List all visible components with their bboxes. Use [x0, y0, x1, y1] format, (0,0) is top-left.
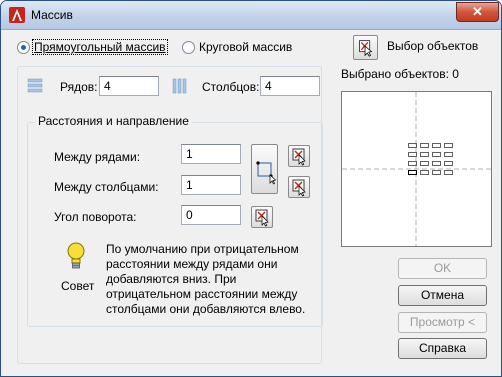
select-objects-icon: [359, 40, 373, 57]
dialog-body: Прямоугольный массив Круговой массив Выб…: [4, 30, 498, 373]
select-objects-label: Выбор объектов: [387, 39, 479, 53]
polar-array-label[interactable]: Круговой массив: [199, 40, 292, 54]
autocad-icon: [9, 7, 25, 23]
array-preview: [341, 91, 492, 247]
tip-line: расстоянии между рядами они: [106, 257, 278, 271]
preview-cell: [408, 152, 417, 157]
preview-cell: [408, 170, 417, 175]
help-button[interactable]: Справка: [398, 338, 487, 359]
tip-line: По умолчанию при отрицательном: [106, 242, 299, 256]
tip-line: добавляются вниз. При: [106, 272, 237, 286]
close-icon: ✕: [472, 4, 483, 19]
pick-icon: [255, 209, 269, 227]
rows-icon: [27, 78, 43, 93]
tip-line: столбцами они добавляются влево.: [106, 302, 306, 316]
rows-input[interactable]: 4: [99, 76, 159, 96]
tip-text: По умолчанию при отрицательном расстояни…: [106, 242, 305, 317]
rectangular-array-label[interactable]: Прямоугольный массив: [32, 39, 168, 55]
preview-cell: [408, 143, 417, 148]
tip-line: отрицательном расстоянии между: [106, 287, 298, 301]
preview-cell: [420, 161, 429, 166]
preview-cell: [420, 170, 429, 175]
tip-caption: Совет: [61, 279, 95, 293]
column-offset-label: Между столбцами:: [54, 180, 159, 194]
preview-crosshair: [342, 92, 491, 246]
pick-both-offsets-icon: [256, 161, 277, 185]
pick-icon: [292, 179, 306, 197]
title-bar: Массив ✕: [1, 1, 501, 30]
preview-cell: [432, 170, 441, 175]
rows-label: Рядов:: [60, 80, 98, 94]
selected-count: Выбрано объектов: 0: [341, 67, 459, 81]
cancel-button[interactable]: Отмена: [398, 285, 487, 306]
row-offset-input[interactable]: 1: [181, 144, 241, 164]
offset-group-title: Расстояния и направление: [35, 114, 192, 128]
row-offset-label: Между рядами:: [54, 150, 141, 164]
preview-cell: [420, 143, 429, 148]
preview-cell: [432, 143, 441, 148]
pick-both-offsets-button[interactable]: [251, 144, 278, 194]
pick-column-offset-button[interactable]: [288, 176, 310, 198]
polar-array-radio[interactable]: [182, 41, 195, 54]
pick-angle-button[interactable]: [251, 206, 273, 228]
preview-cell: [444, 170, 453, 175]
preview-cell: [432, 161, 441, 166]
radio-selected-dot: [21, 45, 26, 50]
array-dialog: Массив ✕ Прямоугольный массив Круговой м…: [0, 0, 502, 377]
angle-label: Угол поворота:: [54, 210, 137, 224]
preview-cell: [444, 143, 453, 148]
lightbulb-icon: [67, 242, 85, 269]
columns-label: Столбцов:: [202, 80, 260, 94]
close-button[interactable]: ✕: [456, 2, 499, 22]
preview-cell: [432, 152, 441, 157]
column-offset-input[interactable]: 1: [181, 175, 241, 195]
pick-row-offset-button[interactable]: [288, 145, 310, 167]
pick-icon: [292, 148, 306, 166]
window-title: Массив: [31, 8, 73, 22]
preview-cell: [420, 152, 429, 157]
ok-button[interactable]: OK: [398, 258, 487, 279]
rectangular-array-radio[interactable]: [17, 41, 30, 54]
preview-cell: [444, 152, 453, 157]
select-objects-button[interactable]: [353, 35, 378, 60]
columns-icon: [172, 78, 187, 94]
preview-cell: [444, 161, 453, 166]
angle-input[interactable]: 0: [181, 205, 241, 225]
columns-input[interactable]: 4: [260, 76, 320, 96]
preview-button[interactable]: Просмотр <: [398, 312, 487, 333]
preview-cell: [408, 161, 417, 166]
